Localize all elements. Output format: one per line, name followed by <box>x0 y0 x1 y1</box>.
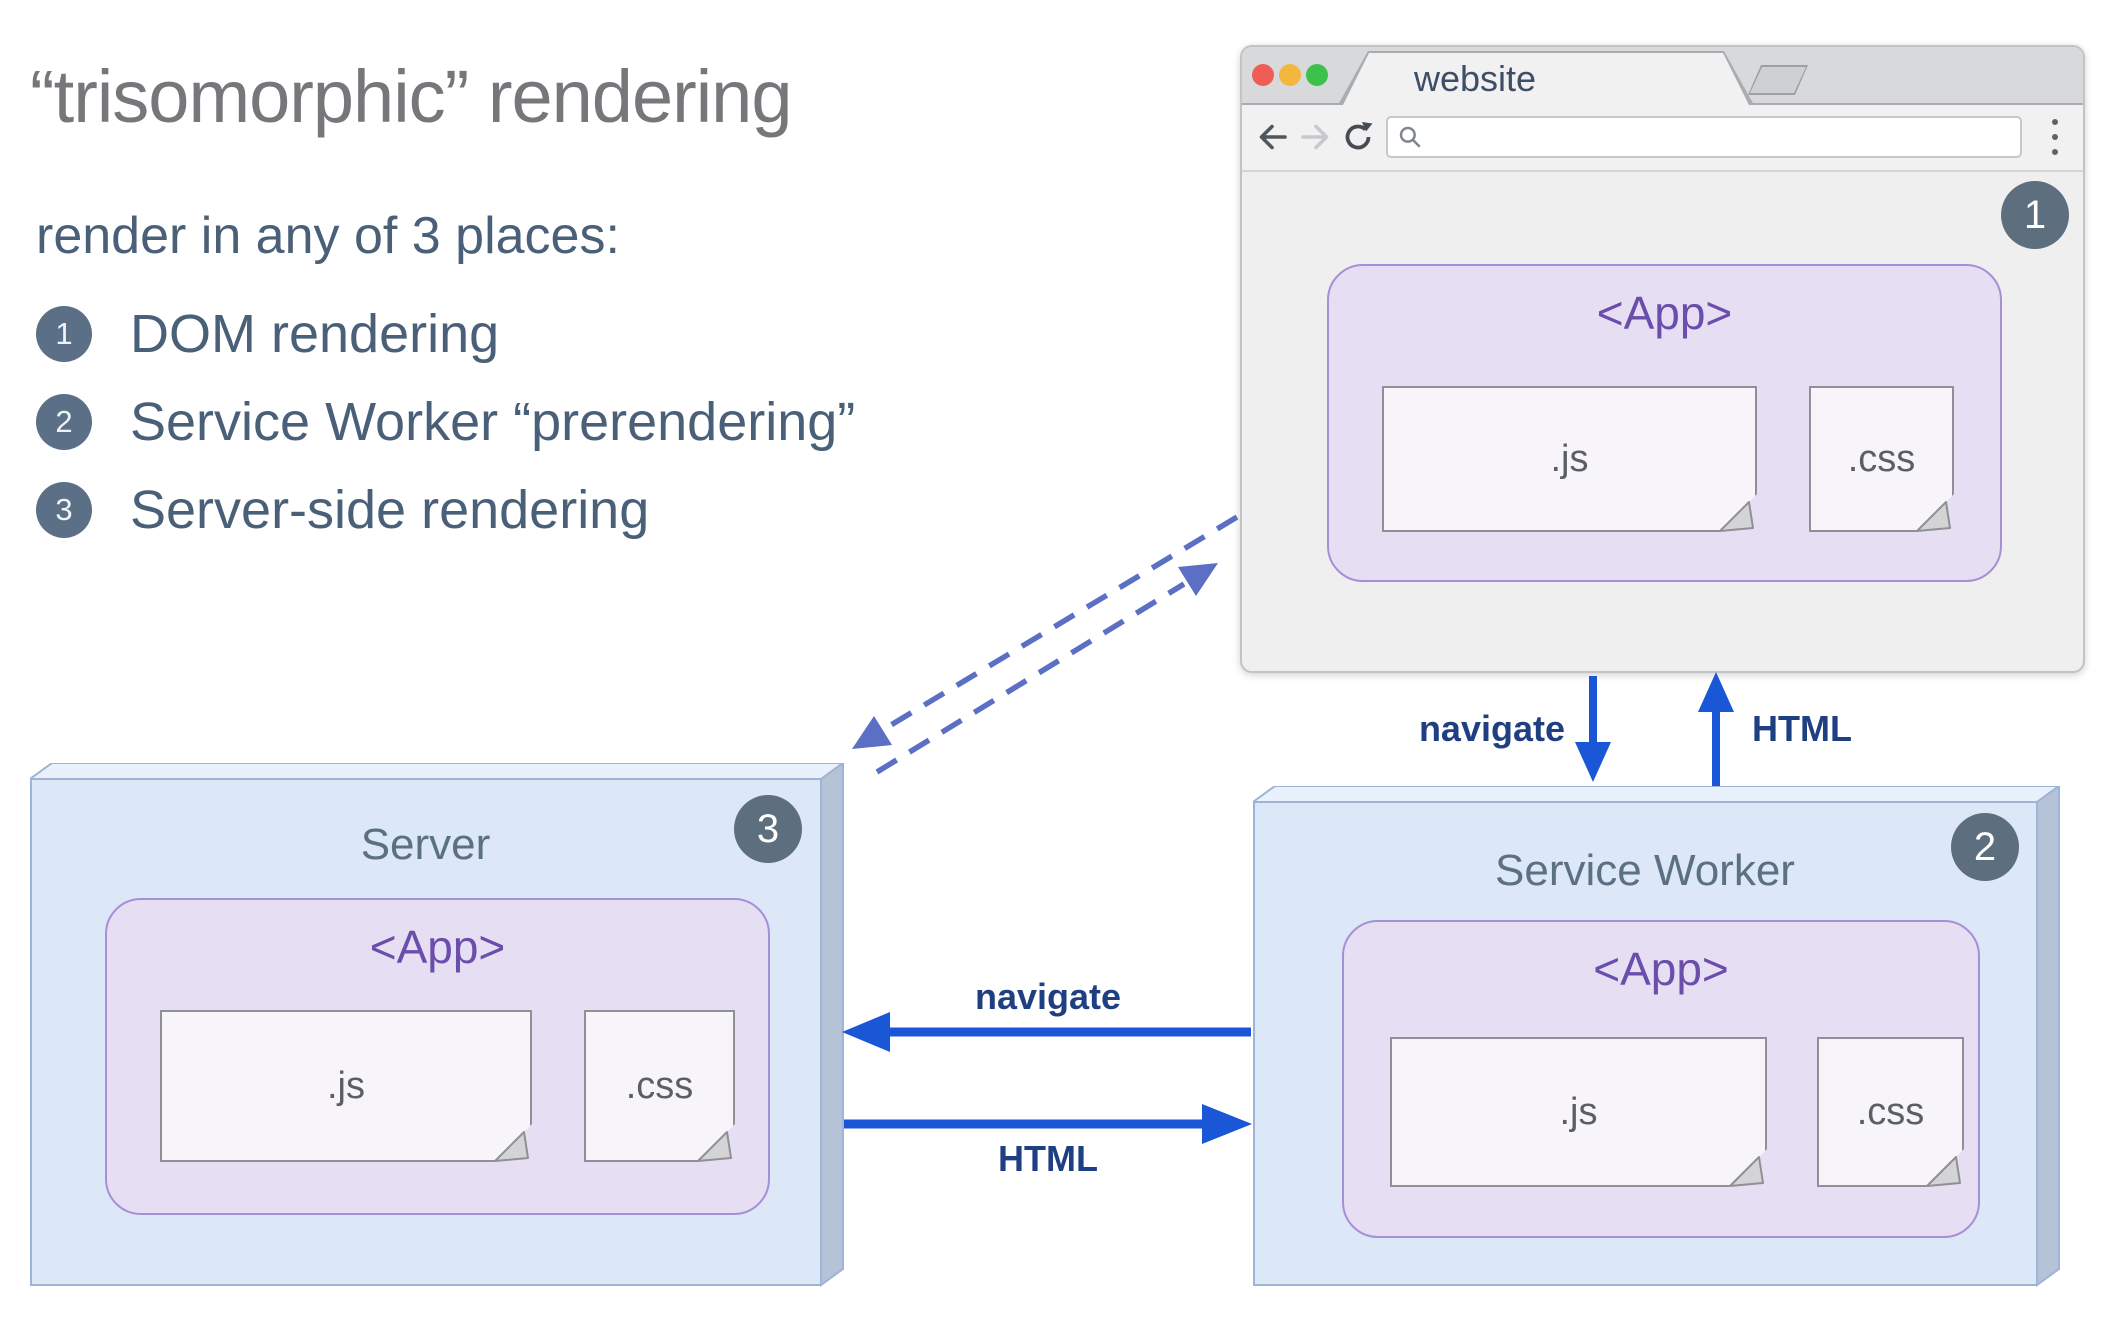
reload-icon <box>1345 122 1373 150</box>
list-number-badge: 1 <box>36 306 92 362</box>
browser-toolbar <box>1242 105 2083 172</box>
traffic-light-close-icon <box>1252 64 1274 86</box>
list-item-label: Server-side rendering <box>130 480 650 540</box>
list-item-label: Service Worker “prerendering” <box>130 392 856 452</box>
service-worker-box: Service Worker 2 <App> .js .css <box>1253 786 2061 1288</box>
arrow-navigate-service-worker-to-server <box>842 1012 1251 1052</box>
page-fold-icon <box>697 1124 735 1162</box>
forward-icon <box>1301 124 1329 150</box>
list-item-label: DOM rendering <box>130 304 500 364</box>
css-file-icon: .css <box>584 1010 735 1162</box>
service-worker-app-box: <App> .js .css <box>1342 920 1980 1238</box>
js-file-icon: .js <box>160 1010 532 1162</box>
page-title: “trisomorphic” rendering <box>30 55 792 138</box>
arrow-html-service-worker-to-browser <box>1698 672 1734 786</box>
server-app-box: <App> .js .css <box>105 898 770 1215</box>
app-component-label: <App> <box>1596 287 1733 339</box>
html-label-horizontal: HTML <box>998 1138 1098 1179</box>
js-file-icon: .js <box>1390 1037 1767 1187</box>
render-places-list: 1 DOM rendering 2 Service Worker “preren… <box>36 304 856 569</box>
step-badge-1: 1 <box>2001 181 2069 249</box>
navigate-label-horizontal: navigate <box>974 976 1122 1017</box>
css-file-icon: .css <box>1809 386 1954 532</box>
browser-tab: website <box>1340 53 1752 111</box>
browser-app-box: <App> .js .css <box>1327 264 2002 582</box>
trisomorphic-rendering-diagram: “trisomorphic” rendering render in any o… <box>0 0 2108 1328</box>
css-file-label: .css <box>1847 437 1916 480</box>
navigate-label-vertical: navigate <box>1418 708 1565 749</box>
arrow-dashed-server-to-browser <box>875 563 1218 775</box>
service-worker-title: Service Worker <box>1495 846 1795 895</box>
tab-title: website <box>1414 58 1537 99</box>
js-file-label: .js <box>327 1064 365 1107</box>
page-fold-icon <box>1719 494 1757 532</box>
back-icon <box>1259 124 1287 150</box>
js-file-icon: .js <box>1382 386 1757 532</box>
traffic-light-zoom-icon <box>1306 64 1328 86</box>
js-file-label: .js <box>1559 1090 1598 1133</box>
server-title: Server <box>360 820 491 869</box>
page-fold-icon <box>1729 1149 1767 1187</box>
page-fold-icon <box>1916 494 1954 532</box>
page-fold-icon <box>494 1124 532 1162</box>
css-file-icon: .css <box>1817 1037 1964 1187</box>
step-badge-3: 3 <box>734 795 802 863</box>
page-subtitle: render in any of 3 places: <box>36 207 620 265</box>
list-item: 1 DOM rendering <box>36 304 855 364</box>
list-number-badge: 2 <box>36 394 92 450</box>
app-component-label: <App> <box>1593 943 1729 995</box>
css-file-label: .css <box>1856 1090 1925 1133</box>
server-box: Server 3 <App> .js .css <box>30 763 875 1288</box>
css-file-label: .css <box>625 1064 694 1107</box>
page-fold-icon <box>1926 1149 1964 1187</box>
url-bar <box>1386 116 2022 158</box>
arrow-dashed-browser-to-server <box>852 514 1239 749</box>
menu-kebab-icon <box>2051 119 2059 155</box>
html-label-vertical: HTML <box>1752 708 1852 749</box>
list-number-badge: 3 <box>36 482 92 538</box>
app-component-label: <App> <box>369 921 506 973</box>
step-badge-2: 2 <box>1951 813 2019 881</box>
list-item: 2 Service Worker “prerendering” <box>36 392 856 452</box>
traffic-light-minimize-icon <box>1279 64 1301 86</box>
list-item: 3 Server-side rendering <box>36 480 855 540</box>
search-icon <box>1399 126 1421 148</box>
arrow-navigate-browser-to-service-worker <box>1575 676 1611 782</box>
browser-window: website 1 <App> .js .css <box>1240 45 2085 673</box>
js-file-label: .js <box>1550 437 1589 480</box>
